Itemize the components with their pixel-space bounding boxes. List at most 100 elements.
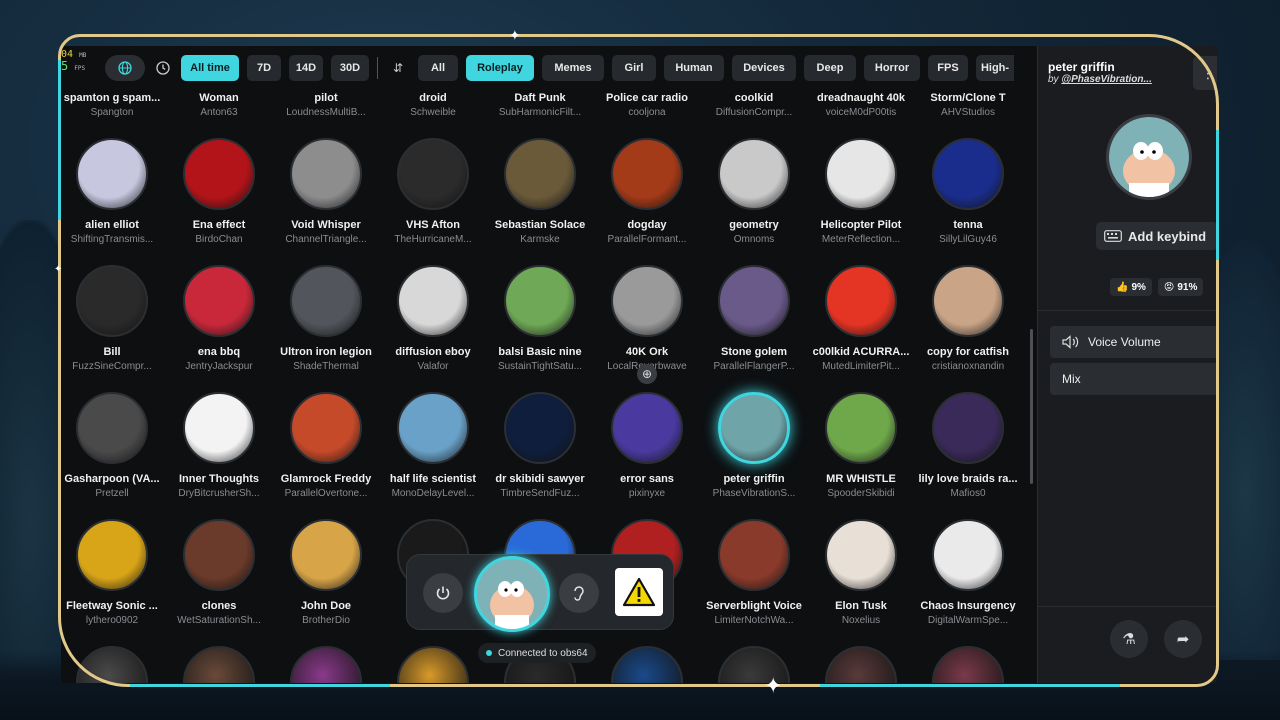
voice-card[interactable]: Bill FuzzSineCompr... [62, 265, 162, 372]
filter-divider [377, 57, 378, 79]
voice-avatar [932, 646, 1004, 683]
category-filter-1[interactable]: Roleplay [466, 55, 534, 81]
time-filter-0[interactable]: All time [181, 55, 239, 81]
add-keybind-button[interactable]: Add keybind [1096, 222, 1217, 250]
share-icon[interactable]: ➦ [1164, 620, 1202, 658]
category-filter-4[interactable]: Human [664, 55, 724, 81]
voice-card[interactable]: ena bbq JentryJackspur [169, 265, 269, 372]
voice-card-top[interactable]: spamton g spam... Spangton [62, 92, 162, 118]
voice-avatar [932, 519, 1004, 591]
voice-card-top[interactable]: Storm/Clone T AHVStudios [918, 92, 1018, 118]
voice-card-top[interactable]: Daft Punk SubHarmonicFilt... [490, 92, 590, 118]
power-button[interactable] [423, 573, 463, 613]
category-filter-8[interactable]: FPS [928, 55, 968, 81]
voice-name: John Doe [300, 600, 352, 612]
voice-card[interactable]: Void Whisper ChannelTriangle... [276, 138, 376, 245]
voice-card-partial[interactable] [169, 646, 269, 683]
voice-card[interactable]: c00lkid ACURRA... MutedLimiterPit... [811, 265, 911, 372]
voice-avatar [183, 265, 255, 337]
add-icon[interactable]: ⊕ [637, 364, 657, 384]
time-filter-3[interactable]: 30D [331, 55, 369, 81]
voice-card[interactable]: 40K OrkLocalReverbwave [597, 265, 697, 372]
voice-card-top[interactable]: coolkid DiffusionCompr... [704, 92, 804, 118]
voice-author: SpooderSkibidi [827, 488, 895, 499]
voice-card-top[interactable]: pilot LoudnessMultiB... [276, 92, 376, 118]
mix-row[interactable]: Mix [1050, 363, 1217, 395]
voice-card[interactable]: Fleetway Sonic ... lythero0902 [62, 519, 162, 626]
voice-card[interactable]: error sans pixinyxe [597, 392, 697, 499]
voice-card[interactable]: Elon Tusk Noxelius [811, 519, 911, 626]
voice-card[interactable]: diffusion eboy Valafor [383, 265, 483, 372]
voice-card[interactable]: VHS Afton TheHurricaneM... [383, 138, 483, 245]
voice-card-partial[interactable] [383, 646, 483, 683]
vote-up-button[interactable]: 👍 9% [1110, 278, 1152, 296]
category-filter-9[interactable]: High- [976, 55, 1014, 81]
voice-avatar [290, 265, 362, 337]
voice-card[interactable]: Stone golem ParallelFlangerP... [704, 265, 804, 372]
voice-card-partial[interactable] [62, 646, 162, 683]
voice-card[interactable]: dr skibidi sawyer TimbreSendFuz... [490, 392, 590, 499]
voice-card-partial[interactable] [597, 646, 697, 683]
category-filter-7[interactable]: Horror [864, 55, 920, 81]
voice-card[interactable]: Chaos Insurgency DigitalWarmSpe... [918, 519, 1018, 626]
voice-card[interactable]: dogday ParallelFormant... [597, 138, 697, 245]
voice-avatar [718, 138, 790, 210]
voice-card[interactable]: Sebastian Solace Karmske [490, 138, 590, 245]
voice-card[interactable]: MR WHISTLE SpooderSkibidi [811, 392, 911, 499]
category-filter-6[interactable]: Deep [804, 55, 856, 81]
voice-card-top[interactable]: dreadnaught 40k voiceM0dP00tis [811, 92, 911, 118]
voice-card[interactable]: Ultron iron legion ShadeThermal [276, 265, 376, 372]
voice-card[interactable]: Helicopter Pilot MeterReflection... [811, 138, 911, 245]
voice-card[interactable]: tenna SillyLilGuy46 [918, 138, 1018, 245]
voice-card-partial[interactable] [276, 646, 376, 683]
voice-author: voiceM0dP00tis [825, 107, 897, 118]
flask-icon[interactable]: ⚗ [1110, 620, 1148, 658]
time-filter-2[interactable]: 14D [289, 55, 323, 81]
grid-scrollbar[interactable] [1030, 329, 1033, 484]
voice-card[interactable]: John Doe BrotherDio [276, 519, 376, 626]
voice-card[interactable]: clones WetSaturationSh... [169, 519, 269, 626]
voice-name: Ultron iron legion [280, 346, 372, 358]
globe-icon[interactable] [105, 55, 145, 81]
voice-avatar [825, 138, 897, 210]
voice-author: cooljona [628, 107, 666, 118]
voice-author: Anton63 [200, 107, 238, 118]
category-filter-2[interactable]: Memes [542, 55, 604, 81]
voice-card[interactable]: geometry Omnoms [704, 138, 804, 245]
player-avatar[interactable] [474, 556, 550, 632]
voice-author: BirdoChan [195, 234, 243, 245]
warning-button[interactable] [615, 568, 663, 616]
voice-card[interactable]: Ena effect BirdoChan [169, 138, 269, 245]
voice-avatar [290, 519, 362, 591]
category-filter-0[interactable]: All [418, 55, 458, 81]
voice-card-top[interactable]: Police car radio cooljona [597, 92, 697, 118]
vote-down-button[interactable]: 😡 91% [1157, 278, 1204, 296]
voice-card[interactable]: copy for catfish cristianoxnandin [918, 265, 1018, 372]
voice-card-partial[interactable] [811, 646, 911, 683]
voice-card[interactable]: lily love braids ra... Mafios0 [918, 392, 1018, 499]
voice-author: PhaseVibrationS... [712, 488, 796, 499]
time-filter-1[interactable]: 7D [247, 55, 281, 81]
voice-card[interactable]: peter griffin PhaseVibrationS... [704, 392, 804, 499]
ear-monitor-button[interactable] [559, 573, 599, 613]
voice-card[interactable]: alien elliot ShiftingTransmis... [62, 138, 162, 245]
author-link[interactable]: @PhaseVibration... [1061, 74, 1152, 85]
voice-card[interactable]: balsi Basic nine SustainTightSatu... [490, 265, 590, 372]
voice-card[interactable]: Glamrock Freddy ParallelOvertone... [276, 392, 376, 499]
voice-card-top[interactable]: Woman Anton63 [169, 92, 269, 118]
voice-card[interactable]: Gasharpoon (VA... Pretzell [62, 392, 162, 499]
voice-card[interactable]: half life scientist MonoDelayLevel... [383, 392, 483, 499]
sliders-icon[interactable]: ⇵ [386, 61, 410, 75]
voice-card[interactable]: Serverblight Voice LimiterNotchWa... [704, 519, 804, 626]
voice-card-top[interactable]: droid Schweible [383, 92, 483, 118]
voice-card-partial[interactable] [918, 646, 1018, 683]
category-filter-3[interactable]: Girl [612, 55, 656, 81]
panel-settings-icon[interactable]: ⋮ [1193, 56, 1217, 90]
voice-card[interactable]: Inner Thoughts DryBitcrusherSh... [169, 392, 269, 499]
voice-name: diffusion eboy [395, 346, 471, 358]
voice-avatar [183, 646, 255, 683]
voice-volume-row[interactable]: Voice Volume [1050, 326, 1217, 358]
voice-card-partial[interactable] [704, 646, 804, 683]
voice-author: WetSaturationSh... [177, 615, 261, 626]
category-filter-5[interactable]: Devices [732, 55, 796, 81]
